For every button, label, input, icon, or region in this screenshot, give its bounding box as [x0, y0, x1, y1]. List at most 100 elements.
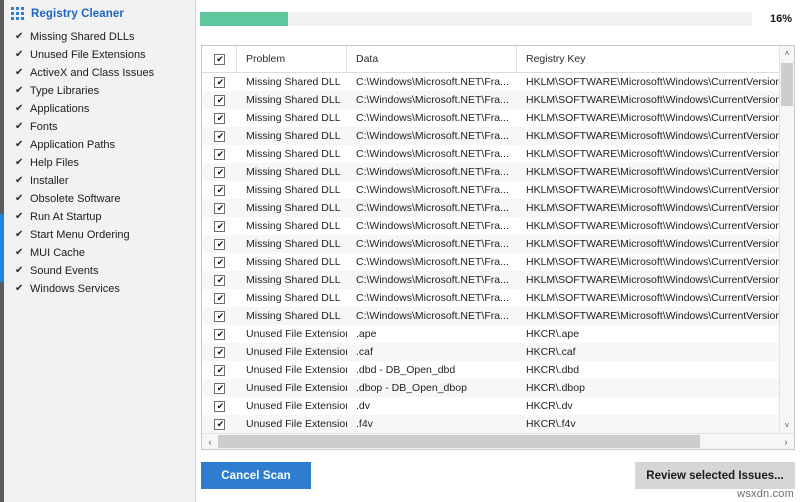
sidebar-item-fonts[interactable]: ✔Fonts: [0, 118, 195, 136]
row-checkbox[interactable]: [214, 203, 225, 214]
row-checkbox[interactable]: [214, 257, 225, 268]
row-checkbox-cell[interactable]: [202, 95, 237, 106]
table-row[interactable]: Unused File Extension.dbop - DB_Open_dbo…: [202, 379, 779, 397]
row-checkbox-cell[interactable]: [202, 347, 237, 358]
table-row[interactable]: Missing Shared DLLC:\Windows\Microsoft.N…: [202, 127, 779, 145]
sidebar-item-unused-file-extensions[interactable]: ✔Unused File Extensions: [0, 46, 195, 64]
row-checkbox[interactable]: [214, 401, 225, 412]
cell-data: .f4v: [347, 415, 517, 433]
row-checkbox-cell[interactable]: [202, 185, 237, 196]
row-checkbox[interactable]: [214, 311, 225, 322]
sidebar-item-activex-and-class-issues[interactable]: ✔ActiveX and Class Issues: [0, 64, 195, 82]
table-row[interactable]: Missing Shared DLLC:\Windows\Microsoft.N…: [202, 181, 779, 199]
row-checkbox-cell[interactable]: [202, 167, 237, 178]
row-checkbox-cell[interactable]: [202, 203, 237, 214]
row-checkbox[interactable]: [214, 419, 225, 430]
vertical-scroll-thumb[interactable]: [781, 63, 793, 106]
scroll-left-icon[interactable]: ‹: [202, 434, 218, 449]
sidebar-item-mui-cache[interactable]: ✔MUI Cache: [0, 244, 195, 262]
row-checkbox[interactable]: [214, 383, 225, 394]
sidebar-item-missing-shared-dlls[interactable]: ✔Missing Shared DLLs: [0, 28, 195, 46]
scroll-down-icon[interactable]: ˅: [780, 418, 794, 433]
table-row[interactable]: Unused File Extension.apeHKCR\.ape: [202, 325, 779, 343]
sidebar-item-application-paths[interactable]: ✔Application Paths: [0, 136, 195, 154]
row-checkbox[interactable]: [214, 293, 225, 304]
sidebar-item-label: MUI Cache: [30, 247, 85, 259]
table-row[interactable]: Missing Shared DLLC:\Windows\Microsoft.N…: [202, 199, 779, 217]
row-checkbox[interactable]: [214, 113, 225, 124]
column-header-registry-key[interactable]: Registry Key: [517, 46, 779, 72]
column-header-problem[interactable]: Problem: [237, 46, 347, 72]
sidebar-item-windows-services[interactable]: ✔Windows Services: [0, 280, 195, 298]
row-checkbox-cell[interactable]: [202, 239, 237, 250]
cell-data: .dbd - DB_Open_dbd: [347, 361, 517, 379]
sidebar-item-run-at-startup[interactable]: ✔Run At Startup: [0, 208, 195, 226]
table-row[interactable]: Unused File Extension.dvHKCR\.dv: [202, 397, 779, 415]
table-row[interactable]: Missing Shared DLLC:\Windows\Microsoft.N…: [202, 217, 779, 235]
select-all-checkbox[interactable]: [214, 54, 225, 65]
row-checkbox[interactable]: [214, 95, 225, 106]
row-checkbox[interactable]: [214, 239, 225, 250]
cancel-scan-button[interactable]: Cancel Scan: [201, 462, 311, 489]
table-row[interactable]: Missing Shared DLLC:\Windows\Microsoft.N…: [202, 307, 779, 325]
cell-problem: Missing Shared DLL: [237, 145, 347, 163]
table-row[interactable]: Missing Shared DLLC:\Windows\Microsoft.N…: [202, 235, 779, 253]
watermark: wsxdn.com: [737, 488, 794, 500]
row-checkbox-cell[interactable]: [202, 365, 237, 376]
row-checkbox[interactable]: [214, 329, 225, 340]
scan-progress-row: 16%: [196, 0, 800, 37]
row-checkbox-cell[interactable]: [202, 311, 237, 322]
row-checkbox-cell[interactable]: [202, 401, 237, 412]
sidebar-item-type-libraries[interactable]: ✔Type Libraries: [0, 82, 195, 100]
horizontal-scroll-track[interactable]: [218, 434, 778, 449]
row-checkbox-cell[interactable]: [202, 383, 237, 394]
table-row[interactable]: Missing Shared DLLC:\Windows\Microsoft.N…: [202, 109, 779, 127]
table-row[interactable]: Missing Shared DLLC:\Windows\Microsoft.N…: [202, 289, 779, 307]
row-checkbox[interactable]: [214, 149, 225, 160]
vertical-scrollbar[interactable]: ˄ ˅: [779, 46, 794, 433]
table-row[interactable]: Missing Shared DLLC:\Windows\Microsoft.N…: [202, 73, 779, 91]
vertical-scroll-track[interactable]: [780, 61, 794, 418]
row-checkbox[interactable]: [214, 221, 225, 232]
sidebar-item-applications[interactable]: ✔Applications: [0, 100, 195, 118]
table-row[interactable]: Missing Shared DLLC:\Windows\Microsoft.N…: [202, 145, 779, 163]
row-checkbox-cell[interactable]: [202, 329, 237, 340]
scroll-right-icon[interactable]: ›: [778, 434, 794, 449]
horizontal-scroll-thumb[interactable]: [218, 435, 700, 448]
row-checkbox-cell[interactable]: [202, 257, 237, 268]
table-row[interactable]: Missing Shared DLLC:\Windows\Microsoft.N…: [202, 91, 779, 109]
scroll-up-icon[interactable]: ˄: [780, 46, 794, 61]
row-checkbox[interactable]: [214, 185, 225, 196]
sidebar-item-help-files[interactable]: ✔Help Files: [0, 154, 195, 172]
table-row[interactable]: Unused File Extension.cafHKCR\.caf: [202, 343, 779, 361]
row-checkbox-cell[interactable]: [202, 221, 237, 232]
row-checkbox[interactable]: [214, 365, 225, 376]
row-checkbox[interactable]: [214, 131, 225, 142]
sidebar-item-obsolete-software[interactable]: ✔Obsolete Software: [0, 190, 195, 208]
cell-data: C:\Windows\Microsoft.NET\Fra...: [347, 199, 517, 217]
row-checkbox[interactable]: [214, 275, 225, 286]
row-checkbox-cell[interactable]: [202, 275, 237, 286]
table-row[interactable]: Unused File Extension.f4vHKCR\.f4v: [202, 415, 779, 433]
row-checkbox[interactable]: [214, 347, 225, 358]
row-checkbox-cell[interactable]: [202, 149, 237, 160]
row-checkbox-cell[interactable]: [202, 77, 237, 88]
review-selected-issues-button[interactable]: Review selected Issues...: [635, 462, 795, 489]
table-row[interactable]: Unused File Extension.dbd - DB_Open_dbdH…: [202, 361, 779, 379]
row-checkbox-cell[interactable]: [202, 113, 237, 124]
horizontal-scrollbar[interactable]: ‹ ›: [202, 433, 794, 449]
row-checkbox-cell[interactable]: [202, 419, 237, 430]
table-row[interactable]: Missing Shared DLLC:\Windows\Microsoft.N…: [202, 271, 779, 289]
table-row[interactable]: Missing Shared DLLC:\Windows\Microsoft.N…: [202, 163, 779, 181]
column-header-checkbox[interactable]: [202, 46, 237, 72]
row-checkbox-cell[interactable]: [202, 131, 237, 142]
sidebar-item-start-menu-ordering[interactable]: ✔Start Menu Ordering: [0, 226, 195, 244]
row-checkbox-cell[interactable]: [202, 293, 237, 304]
column-header-data[interactable]: Data: [347, 46, 517, 72]
row-checkbox[interactable]: [214, 77, 225, 88]
checkmark-icon: ✔: [15, 32, 23, 42]
table-row[interactable]: Missing Shared DLLC:\Windows\Microsoft.N…: [202, 253, 779, 271]
sidebar-item-sound-events[interactable]: ✔Sound Events: [0, 262, 195, 280]
sidebar-item-installer[interactable]: ✔Installer: [0, 172, 195, 190]
row-checkbox[interactable]: [214, 167, 225, 178]
